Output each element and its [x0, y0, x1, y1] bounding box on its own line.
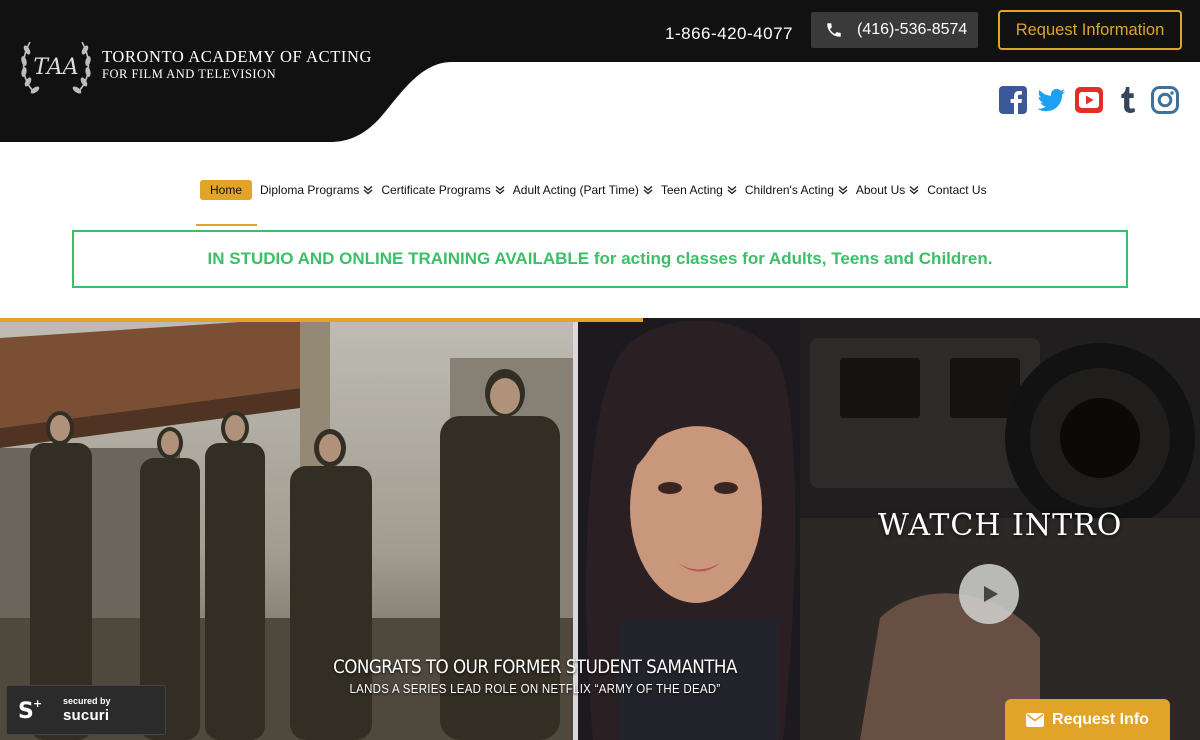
phone-local-button[interactable]: (416)-536-8574 — [811, 12, 978, 48]
chevron-down-icon — [643, 185, 653, 195]
request-info-label: Request Info — [1052, 710, 1149, 728]
social-links — [998, 84, 1188, 116]
nav-diploma-programs[interactable]: Diploma Programs — [260, 183, 373, 197]
chevron-down-icon — [727, 185, 737, 195]
phone-local-label: (416)-536-8574 — [857, 21, 968, 38]
slide-subtitle: LANDS A SERIES LEAD ROLE ON NETFLIX “ARM… — [349, 682, 721, 696]
chevron-down-icon — [909, 185, 919, 195]
brand-tagline: FOR FILM AND TELEVISION — [102, 67, 277, 81]
phone-tollfree-link[interactable]: 1-866-420-4077 — [665, 24, 793, 44]
nav-about-us[interactable]: About Us — [856, 183, 919, 197]
brand-name: TORONTO ACADEMY OF ACTING — [102, 47, 373, 66]
main-navigation: Home Diploma Programs Certificate Progra… — [200, 179, 995, 201]
slide-title: CONGRATS TO OUR FORMER STUDENT SAMANTHA — [333, 656, 737, 678]
chevron-down-icon — [363, 185, 373, 195]
sucuri-secured-by: secured by — [63, 695, 111, 706]
facebook-icon[interactable] — [998, 84, 1028, 116]
watch-intro-title[interactable]: WATCH INTRO — [878, 508, 1122, 543]
nav-active-indicator — [196, 224, 257, 226]
slide-caption: CONGRATS TO OUR FORMER STUDENT SAMANTHA … — [300, 656, 770, 696]
envelope-icon — [1026, 712, 1045, 727]
youtube-icon[interactable] — [1074, 84, 1104, 116]
instagram-icon[interactable] — [1150, 84, 1180, 116]
tumblr-icon[interactable] — [1112, 84, 1142, 116]
laurel-logo-icon: TAA — [21, 41, 91, 94]
header-bar: TAA TORONTO ACADEMY OF ACTING FOR FILM A… — [0, 0, 1200, 142]
svg-text:TAA: TAA — [33, 55, 78, 80]
training-notice-banner: IN STUDIO AND ONLINE TRAINING AVAILABLE … — [72, 230, 1128, 288]
nav-adult-acting[interactable]: Adult Acting (Part Time) — [513, 183, 653, 197]
nav-contact-us[interactable]: Contact Us — [927, 183, 986, 197]
play-icon — [984, 586, 998, 602]
site-logo[interactable]: TAA TORONTO ACADEMY OF ACTING FOR FILM A… — [18, 28, 372, 102]
phone-icon — [827, 23, 841, 37]
chevron-down-icon — [495, 185, 505, 195]
request-info-float-button[interactable]: Request Info — [1005, 699, 1170, 740]
request-information-button[interactable]: Request Information — [998, 10, 1182, 50]
sucuri-security-badge[interactable]: S + secured by sucuri — [6, 685, 166, 735]
nav-certificate-programs[interactable]: Certificate Programs — [381, 183, 505, 197]
sucuri-brand: sucuri — [63, 706, 110, 724]
nav-teen-acting[interactable]: Teen Acting — [661, 183, 737, 197]
svg-text:S: S — [18, 699, 34, 724]
play-video-button[interactable] — [959, 564, 1019, 624]
twitter-icon[interactable] — [1036, 84, 1066, 116]
nav-childrens-acting[interactable]: Children's Acting — [745, 183, 848, 197]
slider-progress-bar — [0, 318, 643, 322]
chevron-down-icon — [838, 185, 848, 195]
svg-text:+: + — [33, 697, 42, 710]
sucuri-logo-icon: S + — [18, 697, 42, 724]
nav-home[interactable]: Home — [200, 180, 253, 200]
hero-slider[interactable]: CONGRATS TO OUR FORMER STUDENT SAMANTHA … — [0, 318, 1200, 740]
training-notice-text: IN STUDIO AND ONLINE TRAINING AVAILABLE … — [207, 249, 993, 268]
